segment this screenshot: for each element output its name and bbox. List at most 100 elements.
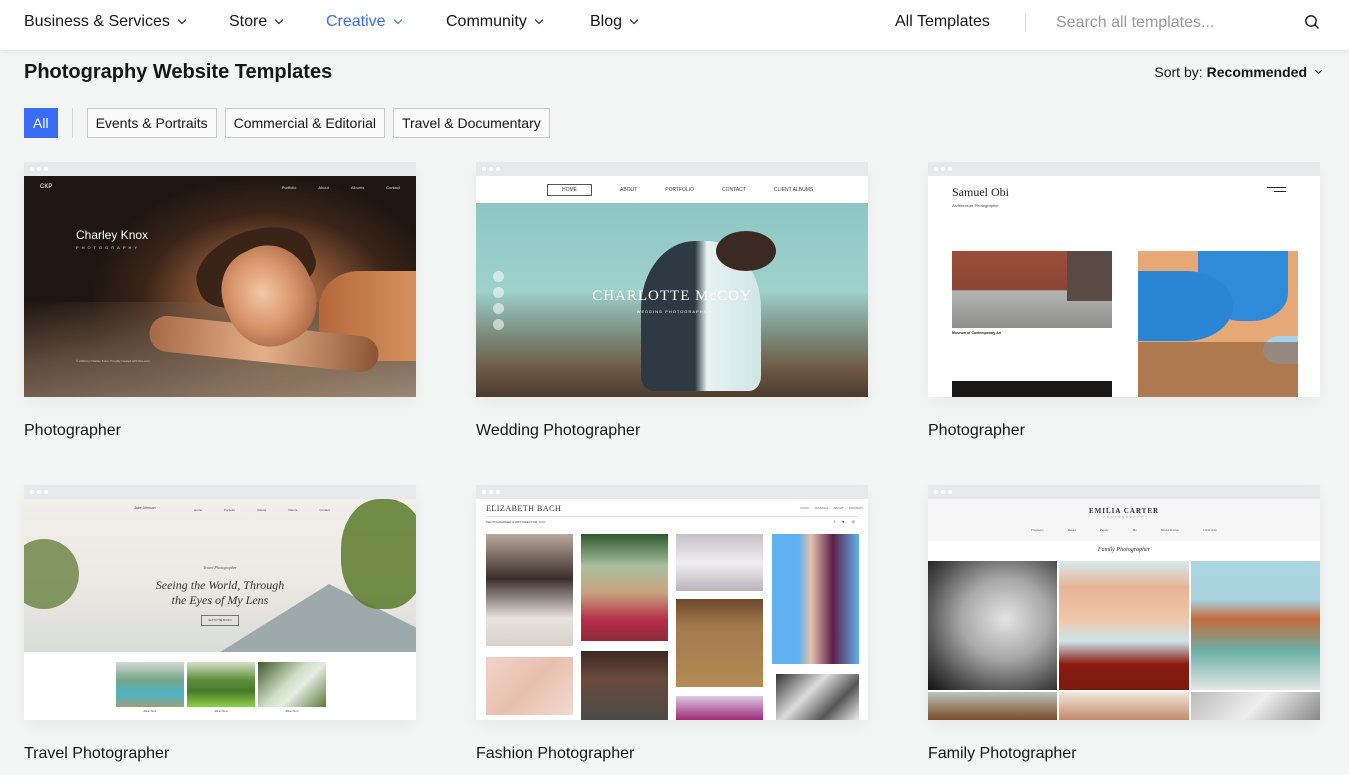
window-dots-icon: [482, 490, 500, 494]
nav-item-business-services[interactable]: Business & Services: [24, 13, 187, 31]
preview-kicker: Travel Photographer: [203, 565, 237, 570]
preview-menu-item: HOME: [547, 183, 592, 196]
search-icon[interactable]: [1304, 14, 1320, 30]
preview-menu: HOME ABOUT PORTFOLIO CONTACT CLIENT ALBU…: [476, 176, 868, 203]
window-dots-icon: [934, 490, 952, 494]
preview-image: EMILIA CARTER PHOTOGRAPHY Pregnancy Babi…: [928, 499, 1320, 720]
preview-image: CKP Portfolio About Albums Contact Charl…: [24, 176, 416, 397]
preview-social-icons: f ♥ ◎: [833, 519, 858, 524]
preview-image: Jake Johnson Home Portfolio Videos Clien…: [24, 499, 416, 720]
template-preview[interactable]: HOME ABOUT PORTFOLIO CONTACT CLIENT ALBU…: [476, 162, 868, 397]
nav-item-store[interactable]: Store: [229, 13, 284, 31]
preview-menu-item: WORK: [800, 506, 810, 510]
preview-logo: Jake Johnson: [134, 506, 156, 510]
template-name[interactable]: Travel Photographer: [24, 745, 416, 763]
preview-menu: Home Portfolio Videos Clients Contact: [194, 508, 330, 512]
preview-photo: [928, 561, 1057, 690]
facebook-icon: [493, 271, 504, 282]
preview-subtitle: Architecture Photographer: [952, 203, 999, 208]
chevron-down-icon: [534, 15, 544, 25]
nav-item-community[interactable]: Community: [446, 13, 544, 31]
preview-tagline: Family Photographer: [1097, 547, 1151, 553]
preview-menu-item: PORTFOLIO: [665, 186, 695, 193]
template-card[interactable]: EMILIA CARTER PHOTOGRAPHY Pregnancy Babi…: [928, 485, 1320, 763]
preview-menu: WORK JOURNAL ABOUT CONTACT: [800, 506, 863, 510]
hamburger-menu-icon: [1267, 187, 1286, 195]
preview-footer: © 2023 by Charley Knox. Proudly created …: [76, 359, 150, 363]
filter-all[interactable]: All: [24, 108, 58, 138]
chevron-down-icon: [393, 15, 402, 25]
preview-photo: [952, 381, 1112, 397]
preview-menu-item: Pregnancy: [1031, 528, 1044, 532]
nav-item-label: Business & Services: [24, 13, 170, 30]
preview-photo: [486, 657, 573, 715]
filter-travel-documentary[interactable]: Travel & Documentary: [392, 108, 550, 138]
preview-menu-item: Home: [194, 508, 203, 512]
chevron-down-icon: [1314, 66, 1323, 74]
preview-photo: [1191, 692, 1320, 720]
preview-album-caption: Album No.3: [285, 710, 299, 713]
window-dots-icon: [30, 167, 48, 171]
preview-photo: [1191, 561, 1320, 690]
template-preview[interactable]: Jake Johnson Home Portfolio Videos Clien…: [24, 485, 416, 720]
template-card[interactable]: Samuel Obi Architecture Photographer Mus…: [928, 162, 1320, 440]
preview-name: ELIZABETH BACH: [486, 504, 562, 513]
template-name[interactable]: Family Photographer: [928, 745, 1320, 763]
page-title: Photography Website Templates: [24, 61, 333, 83]
chevron-down-icon: [275, 15, 284, 25]
preview-subtitle: WEDDING PHOTOGRAPHY: [636, 309, 708, 314]
preview-menu-item: JOURNAL: [814, 506, 829, 510]
template-name[interactable]: Photographer: [24, 422, 416, 440]
browser-bar: [476, 162, 868, 176]
preview-caption: Museum of Contemporary Art: [952, 331, 1002, 335]
preview-menu-item: Client Area: [1202, 528, 1217, 532]
nav-item-blog[interactable]: Blog: [590, 13, 639, 31]
preview-photo: [952, 251, 1112, 328]
preview-menu-item: Family: [1100, 528, 1109, 532]
sort-dropdown[interactable]: Sort by: Recommended: [1154, 64, 1323, 80]
preview-photo: [1059, 561, 1189, 690]
nav-item-label: Blog: [590, 13, 623, 30]
template-name[interactable]: Wedding Photographer: [476, 422, 868, 440]
browser-bar: [24, 485, 416, 499]
browser-bar: [928, 162, 1320, 176]
preview-photo: [928, 692, 1057, 720]
preview-image: HOME ABOUT PORTFOLIO CONTACT CLIENT ALBU…: [476, 176, 868, 397]
template-preview[interactable]: Samuel Obi Architecture Photographer Mus…: [928, 162, 1320, 397]
window-dots-icon: [934, 167, 952, 171]
nav-item-creative[interactable]: Creative: [326, 13, 402, 31]
preview-menu-item: Babies: [1067, 528, 1077, 532]
filter-events-portraits[interactable]: Events & Portraits: [86, 108, 217, 138]
browser-bar: [24, 162, 416, 176]
template-preview[interactable]: EMILIA CARTER PHOTOGRAPHY Pregnancy Babi…: [928, 485, 1320, 720]
preview-menu-item: CLIENT ALBUMS: [773, 186, 814, 193]
preview-menu-item: Contact: [319, 508, 330, 512]
preview-photo: [1138, 251, 1298, 397]
filter-commercial-editorial[interactable]: Commercial & Editorial: [224, 108, 385, 138]
preview-photo: [676, 599, 763, 687]
template-preview[interactable]: ELIZABETH BACH WORK JOURNAL ABOUT CONTAC…: [476, 485, 868, 720]
preview-photo: [581, 651, 668, 720]
preview-photo: [776, 674, 859, 720]
top-nav: Business & Services Store Creative Commu…: [0, 0, 1349, 50]
template-name[interactable]: Fashion Photographer: [476, 745, 868, 763]
preview-logo: CKP: [40, 184, 53, 190]
preview-name: Charley Knox: [76, 228, 149, 242]
preview-photo: [116, 662, 184, 707]
preview-photo: [258, 662, 326, 707]
all-templates-link[interactable]: All Templates: [895, 13, 990, 31]
preview-menu-item: Portfolio: [281, 185, 297, 190]
window-dots-icon: [482, 167, 500, 171]
preview-photo: [676, 696, 763, 720]
preview-photo: [772, 534, 859, 664]
nav-item-label: Creative: [326, 13, 386, 30]
preview-menu-item: Bio: [1132, 528, 1137, 532]
preview-name: EMILIA CARTER: [1088, 507, 1160, 515]
template-card[interactable]: HOME ABOUT PORTFOLIO CONTACT CLIENT ALBU…: [476, 162, 868, 440]
template-preview[interactable]: CKP Portfolio About Albums Contact Charl…: [24, 162, 416, 397]
template-name[interactable]: Photographer: [928, 422, 1320, 440]
search-input[interactable]: [1056, 11, 1286, 35]
template-card[interactable]: ELIZABETH BACH WORK JOURNAL ABOUT CONTAC…: [476, 485, 868, 763]
template-card[interactable]: CKP Portfolio About Albums Contact Charl…: [24, 162, 416, 440]
template-card[interactable]: Jake Johnson Home Portfolio Videos Clien…: [24, 485, 416, 763]
